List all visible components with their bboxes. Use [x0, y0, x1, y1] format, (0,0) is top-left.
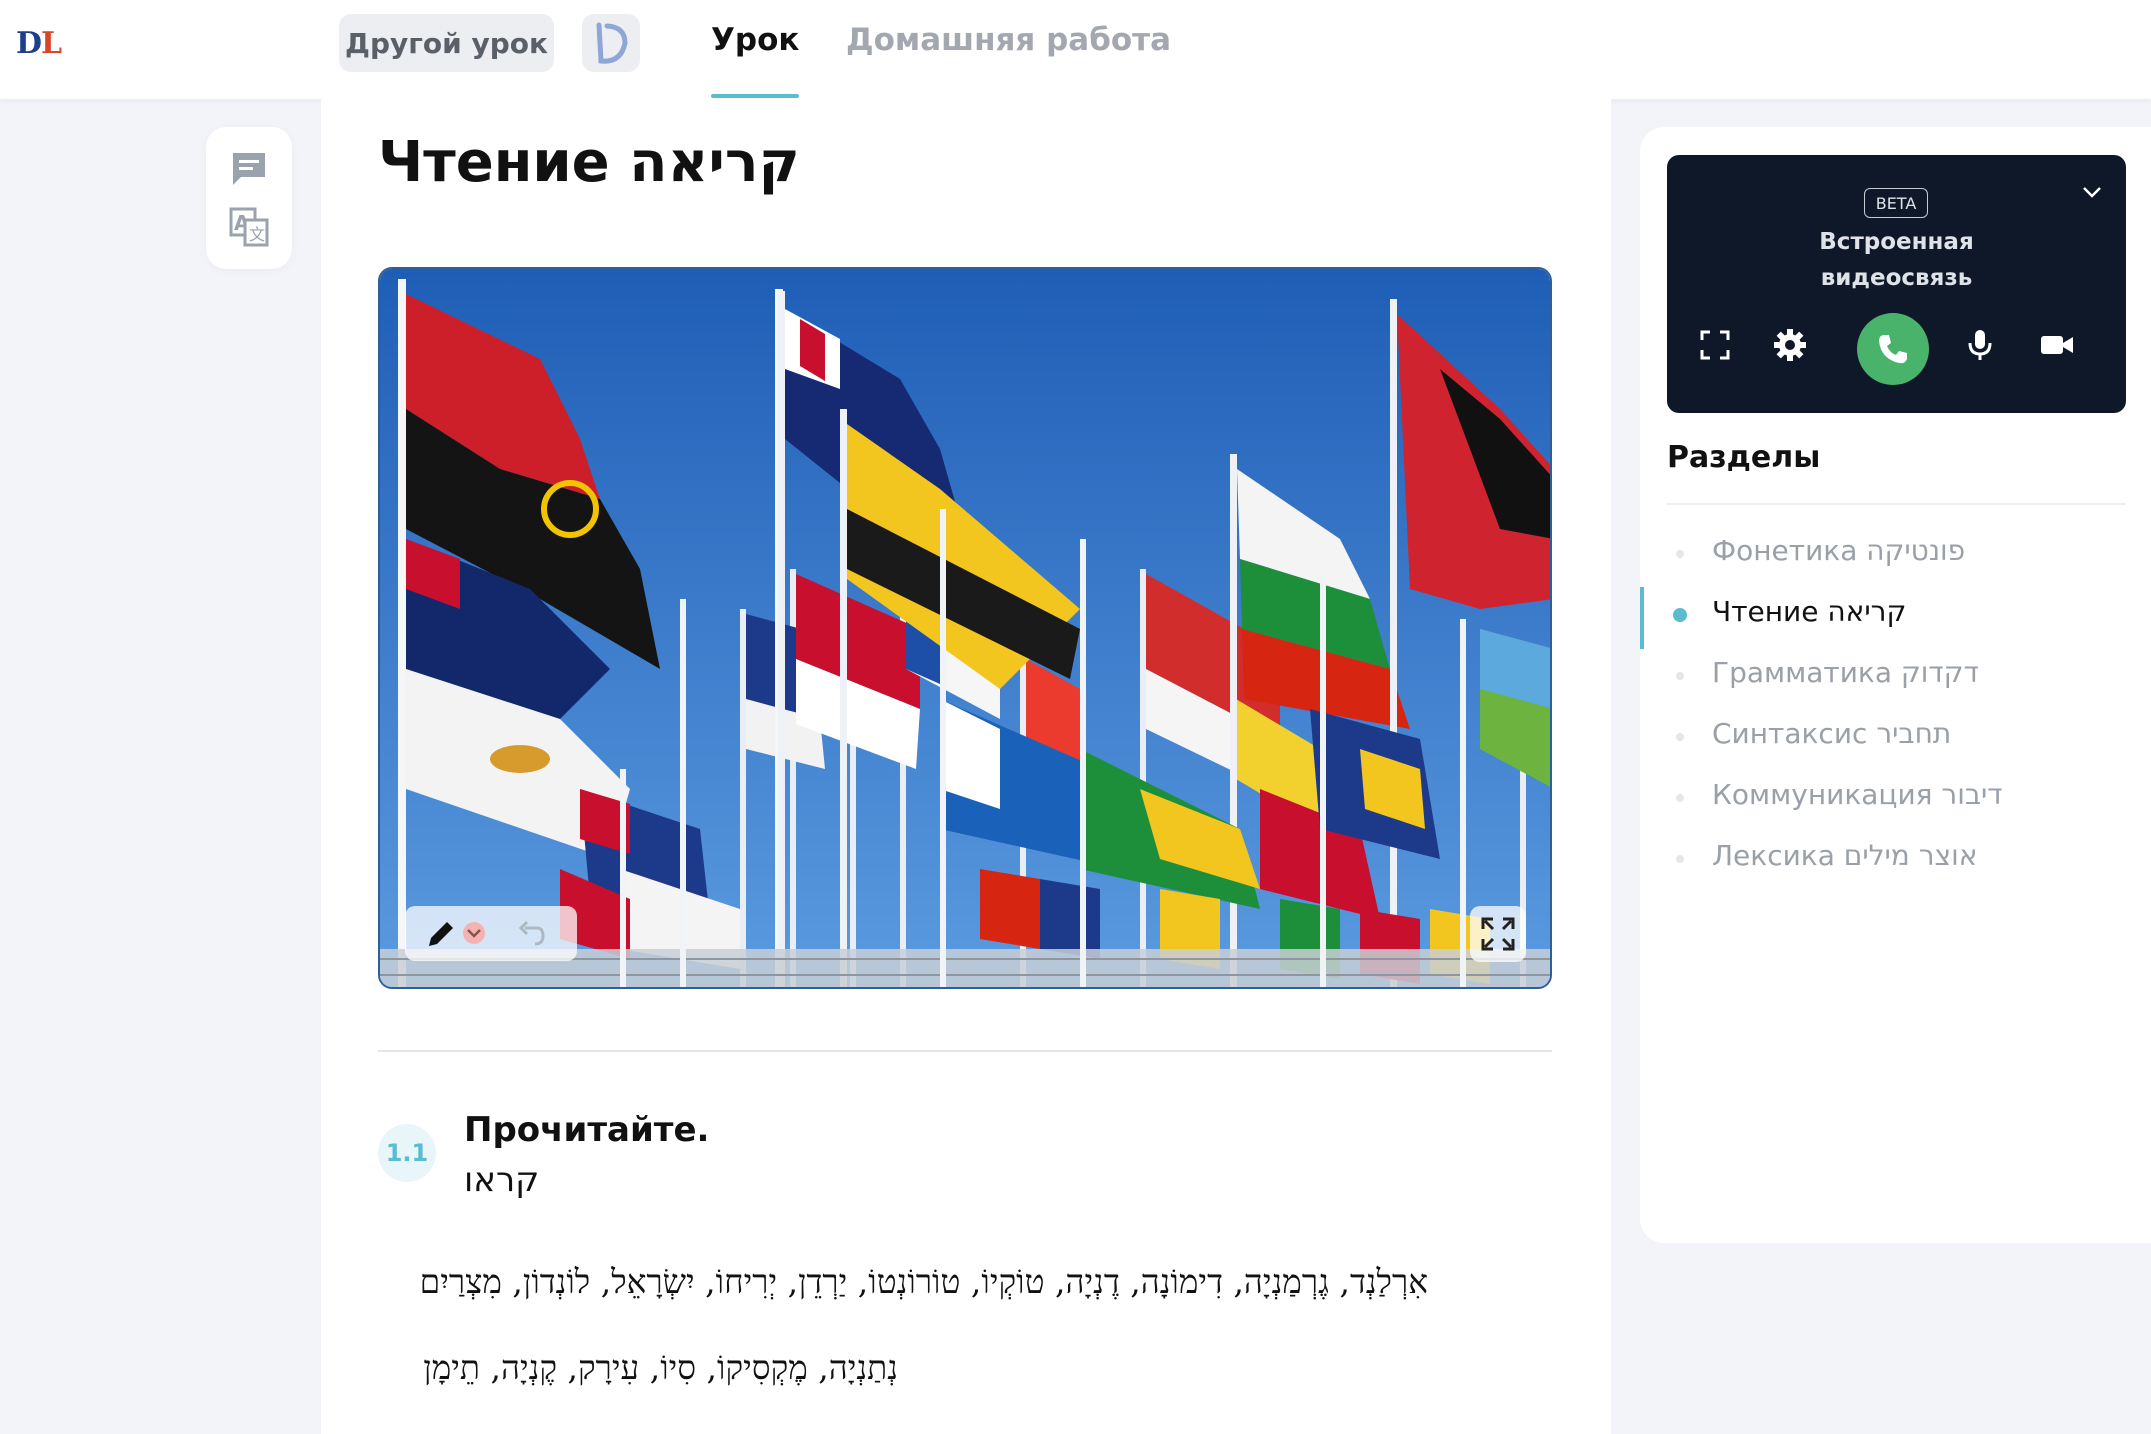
bullet-icon: [1676, 855, 1684, 863]
tab-lesson[interactable]: Урок: [711, 22, 800, 98]
exercise-number-badge: 1.1: [378, 1124, 436, 1182]
brand-icon[interactable]: [582, 14, 640, 72]
section-item-label: Грамматика דקדוק: [1712, 656, 1979, 689]
bullet-icon: [1676, 733, 1684, 741]
dl-logo[interactable]: DL: [16, 26, 62, 61]
svg-text:文: 文: [249, 225, 265, 244]
undo-icon[interactable]: [515, 918, 547, 950]
page-title: Чтение קריאה: [378, 130, 800, 195]
video-title-line2: видеосвязь: [1820, 265, 1973, 291]
top-bar: DL Другой урок Урок Домашняя работа: [0, 0, 2151, 99]
translate-icon[interactable]: A 文: [229, 207, 269, 247]
section-item-syntax[interactable]: Синтаксис תחביר: [1640, 709, 2151, 765]
section-item-label: Фонетика פונטיקה: [1712, 534, 1966, 567]
bullet-icon: [1676, 550, 1684, 558]
section-item-communication[interactable]: Коммуникация דיבור: [1640, 770, 2151, 826]
video-call-widget: BETA Встроенная видеосвязь: [1667, 155, 2126, 413]
tab-homework[interactable]: Домашняя работа: [846, 22, 1171, 98]
section-item-label: Лексика אוצר מילים: [1712, 839, 1978, 872]
active-indicator: [1640, 587, 1644, 649]
microphone-icon[interactable]: [1962, 327, 1998, 363]
logo-letter-l: L: [41, 26, 62, 61]
gear-icon[interactable]: [1772, 327, 1808, 363]
beta-badge: BETA: [1864, 188, 1928, 218]
exercise-text-line: נְתַנְיָה, מֶקְסִיקוֹ, סִיוֹ, עִירָק, קֶ…: [423, 1348, 898, 1387]
sections-title: Разделы: [1667, 440, 1821, 475]
video-title-line1: Встроенная: [1819, 229, 1974, 255]
exercise-subtitle: קראו: [464, 1160, 540, 1200]
camera-icon[interactable]: [2039, 327, 2075, 363]
section-item-phonetics[interactable]: Фонетика פונטיקה: [1640, 526, 2151, 582]
section-item-label: Чтение קריאה: [1712, 595, 1907, 628]
fullscreen-icon[interactable]: [1697, 327, 1733, 363]
left-toolbar: A 文: [206, 127, 292, 269]
bullet-icon: [1676, 672, 1684, 680]
drawing-toolbar: [405, 906, 577, 961]
bullet-icon: [1673, 608, 1687, 622]
section-item-grammar[interactable]: Грамматика דקדוק: [1640, 648, 2151, 704]
other-lesson-button[interactable]: Другой урок: [339, 14, 554, 72]
section-item-vocabulary[interactable]: Лексика אוצר מילים: [1640, 831, 2151, 887]
section-item-reading[interactable]: Чтение קריאה: [1640, 587, 2151, 649]
flags-illustration: [380, 269, 1550, 987]
exercise-text-line: אִרְלַנְד, גֶרְמַנְיָה, דִימוֹנָה, דֶנְי…: [419, 1262, 1428, 1301]
phone-icon[interactable]: [1857, 313, 1929, 385]
section-item-label: Синтаксис תחביר: [1712, 717, 1952, 750]
comment-icon[interactable]: [229, 149, 269, 189]
logo-letter-d: D: [16, 26, 42, 61]
chevron-down-icon[interactable]: [2077, 177, 2107, 207]
flags-image: [378, 267, 1552, 989]
bullet-icon: [1676, 794, 1684, 802]
content-divider: [378, 1050, 1552, 1052]
sections-divider: [1667, 503, 2126, 505]
chevron-down-icon[interactable]: [463, 922, 485, 944]
pencil-icon[interactable]: [425, 918, 457, 950]
section-item-label: Коммуникация דיבור: [1712, 778, 2003, 811]
exercise-title: Прочитайте.: [464, 1110, 710, 1150]
expand-icon[interactable]: [1470, 906, 1526, 962]
